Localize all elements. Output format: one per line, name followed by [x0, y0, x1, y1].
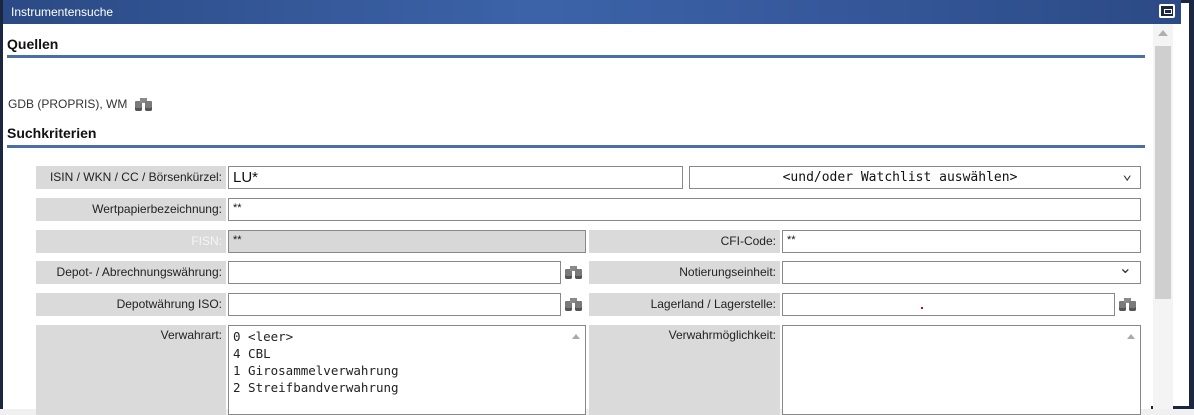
- list-item[interactable]: 0 <leer>: [233, 328, 585, 345]
- wertpapier-input[interactable]: **: [228, 198, 1141, 221]
- scroll-up-icon[interactable]: [1127, 334, 1135, 339]
- wertpapier-label: Wertpapierbezeichnung:: [36, 198, 226, 221]
- binoculars-icon[interactable]: [135, 97, 153, 111]
- isin-label: ISIN / WKN / CC / Börsenkürzel:: [36, 166, 226, 189]
- cfi-label: CFI-Code:: [589, 230, 780, 253]
- verwahrmoeglichkeit-listbox[interactable]: [782, 325, 1141, 415]
- section-title-criteria: Suchkriterien: [7, 125, 97, 141]
- depot-waehrung-input[interactable]: [228, 261, 561, 284]
- vertical-scrollbar[interactable]: [1153, 24, 1173, 409]
- isin-input[interactable]: LU*: [228, 166, 683, 189]
- section-title-sources: Quellen: [7, 36, 59, 52]
- cursor-dot: [921, 307, 923, 309]
- fisn-label: FISN:: [36, 230, 226, 253]
- scroll-up-icon[interactable]: [572, 334, 580, 339]
- section-rule: [7, 55, 1145, 58]
- verwahrmoeglichkeit-label: Verwahrmöglichkeit:: [589, 325, 780, 415]
- notierung-select[interactable]: [782, 258, 1141, 284]
- scrollbar-thumb[interactable]: [1155, 46, 1171, 299]
- binoculars-icon[interactable]: [565, 297, 582, 311]
- lagerland-input[interactable]: [782, 293, 1115, 316]
- fisn-input: **: [228, 230, 586, 253]
- lagerland-label: Lagerland / Lagerstelle:: [589, 293, 780, 316]
- verwahrart-label: Verwahrart:: [36, 325, 226, 415]
- depot-iso-input[interactable]: [228, 293, 561, 316]
- section-rule: [7, 145, 1145, 148]
- title-bar: Instrumentensuche: [3, 0, 1181, 24]
- verwahrart-listbox[interactable]: 0 <leer> 4 CBL 1 Girosammelverwahrung 2 …: [228, 325, 586, 415]
- list-item[interactable]: 1 Girosammelverwahrung: [233, 362, 585, 379]
- binoculars-icon[interactable]: [565, 265, 582, 279]
- watchlist-select-value: <und/oder Watchlist auswählen>: [782, 170, 1018, 185]
- binoculars-icon[interactable]: [1119, 297, 1136, 311]
- list-item[interactable]: 4 CBL: [233, 345, 585, 362]
- watchlist-select[interactable]: <und/oder Watchlist auswählen>: [689, 163, 1141, 189]
- notierung-label: Notierungseinheit:: [589, 261, 780, 284]
- cfi-input[interactable]: **: [782, 230, 1141, 253]
- scroll-up-icon[interactable]: [1158, 30, 1168, 36]
- maximize-icon[interactable]: [1159, 4, 1175, 18]
- content-area: Quellen GDB (PROPRIS), WM Suchkriterien …: [3, 24, 1151, 415]
- sources-text: GDB (PROPRIS), WM: [8, 97, 128, 111]
- depot-iso-label: Depotwährung ISO:: [36, 293, 226, 316]
- sources-row: GDB (PROPRIS), WM: [8, 97, 153, 111]
- list-item[interactable]: 2 Streifbandverwahrung: [233, 379, 585, 396]
- depot-waehrung-label: Depot- / Abrechnungswährung:: [36, 261, 226, 284]
- window-title: Instrumentensuche: [11, 5, 114, 19]
